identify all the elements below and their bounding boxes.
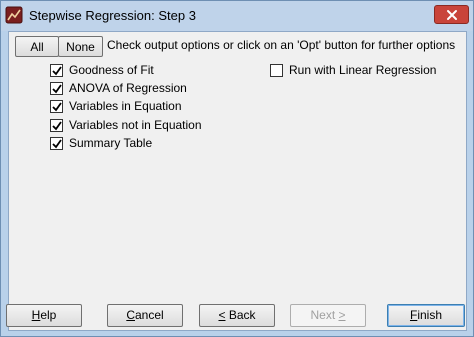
label-text: inish bbox=[417, 308, 443, 322]
checkbox[interactable] bbox=[50, 64, 63, 77]
label-text: ancel bbox=[134, 308, 164, 322]
checkbox[interactable] bbox=[50, 82, 63, 95]
checkmark-icon bbox=[52, 84, 62, 94]
accelerator-key: > bbox=[338, 308, 346, 322]
close-button[interactable] bbox=[434, 5, 469, 24]
title-bar[interactable]: Stepwise Regression: Step 3 bbox=[1, 1, 473, 31]
instructions-text: Check output options or click on an 'Opt… bbox=[107, 38, 456, 52]
dialog-window: Stepwise Regression: Step 3 All None Che… bbox=[0, 0, 474, 337]
option-label: Goodness of Fit bbox=[69, 63, 154, 77]
checkbox[interactable] bbox=[270, 64, 283, 77]
label-text: Back bbox=[225, 308, 256, 322]
option-label: Variables in Equation bbox=[69, 99, 182, 113]
label-text: Next bbox=[310, 308, 339, 322]
option-label: Summary Table bbox=[69, 136, 153, 150]
checkbox[interactable] bbox=[50, 119, 63, 132]
option-label: ANOVA of Regression bbox=[69, 81, 187, 95]
window-title: Stepwise Regression: Step 3 bbox=[29, 8, 196, 23]
checkbox[interactable] bbox=[50, 100, 63, 113]
close-icon bbox=[447, 10, 457, 20]
finish-button[interactable]: Finish bbox=[387, 304, 465, 327]
back-button[interactable]: < Back bbox=[199, 304, 275, 327]
checkmark-icon bbox=[52, 139, 62, 149]
accelerator-key: C bbox=[126, 308, 135, 322]
checkmark-icon bbox=[52, 102, 62, 112]
app-icon bbox=[5, 6, 23, 24]
checkmark-icon bbox=[52, 121, 62, 131]
help-button[interactable]: Help bbox=[6, 304, 82, 327]
checkmark-icon bbox=[52, 66, 62, 76]
none-button[interactable]: None bbox=[58, 36, 103, 57]
dialog-body: All None Check output options or click o… bbox=[6, 31, 467, 331]
cancel-button[interactable]: Cancel bbox=[107, 304, 183, 327]
label-text: elp bbox=[40, 308, 57, 322]
all-button[interactable]: All bbox=[15, 36, 59, 57]
checkbox[interactable] bbox=[50, 137, 63, 150]
option-label: Variables not in Equation bbox=[69, 118, 202, 132]
next-button[interactable]: Next > bbox=[290, 304, 366, 327]
option-label: Run with Linear Regression bbox=[289, 63, 437, 77]
accelerator-key: < bbox=[218, 308, 226, 322]
